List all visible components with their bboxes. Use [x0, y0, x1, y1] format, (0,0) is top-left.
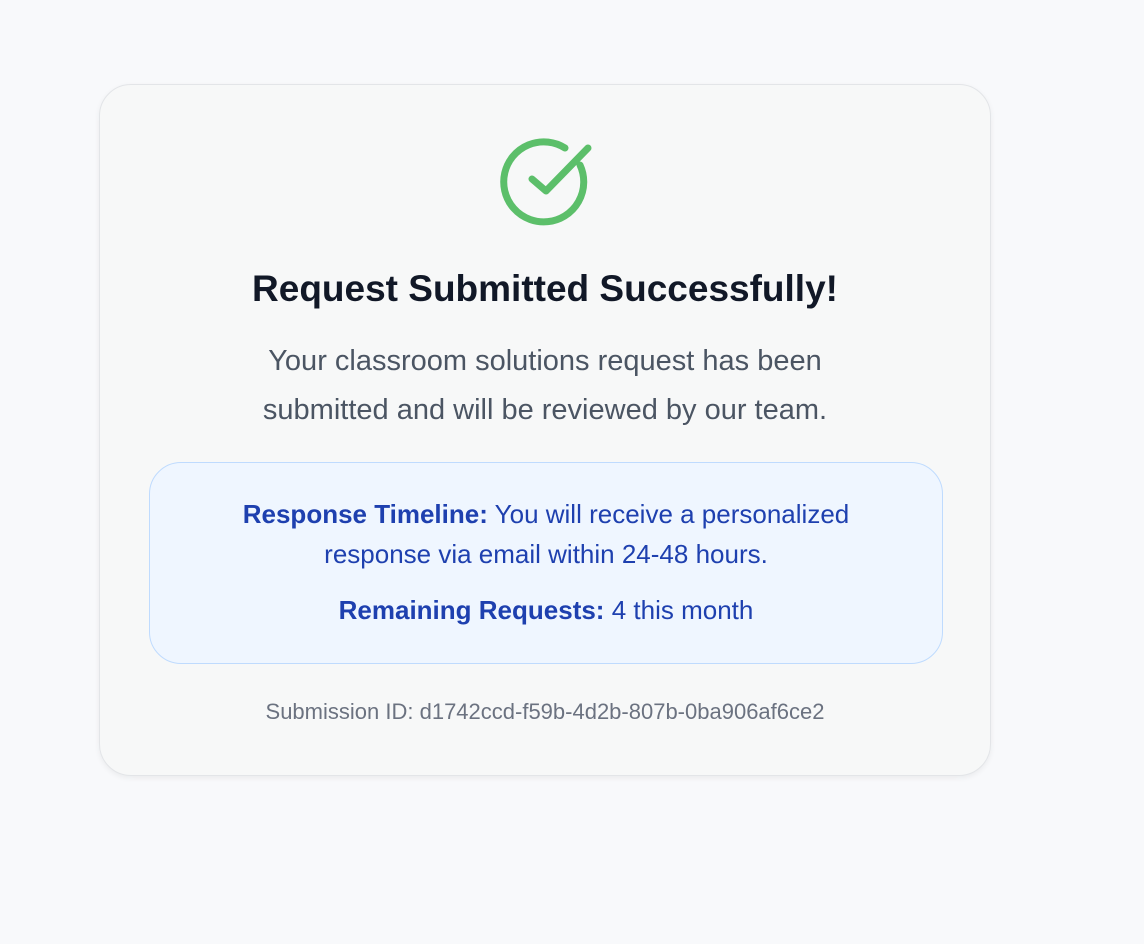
timeline-line: Response Timeline: You will receive a pe…	[150, 495, 942, 534]
success-message: Your classroom solutions request has bee…	[100, 337, 990, 435]
success-message-line-1: Your classroom solutions request has bee…	[268, 345, 822, 377]
remaining-label: Remaining Requests:	[338, 595, 605, 625]
remaining-value: 4 this month	[611, 595, 754, 625]
check-circle-icon	[500, 138, 592, 226]
success-message-line-2: submitted and will be reviewed by our te…	[262, 394, 828, 426]
response-info-box: Response Timeline: You will receive a pe…	[149, 462, 943, 664]
timeline-text-1: You will receive a personalized	[494, 499, 850, 529]
remaining-requests-line: Remaining Requests: 4 this month	[150, 591, 942, 630]
submission-id: Submission ID: d1742ccd-f59b-4d2b-807b-0…	[100, 697, 990, 727]
confirmation-card: Request Submitted Successfully! Your cla…	[99, 84, 991, 776]
submission-id-label: Submission ID:	[265, 699, 414, 724]
submission-id-value: d1742ccd-f59b-4d2b-807b-0ba906af6ce2	[419, 699, 825, 724]
timeline-text-2: response via email within 24-48 hours.	[324, 539, 768, 569]
timeline-label: Response Timeline:	[242, 499, 488, 529]
success-title: Request Submitted Successfully!	[252, 268, 838, 309]
